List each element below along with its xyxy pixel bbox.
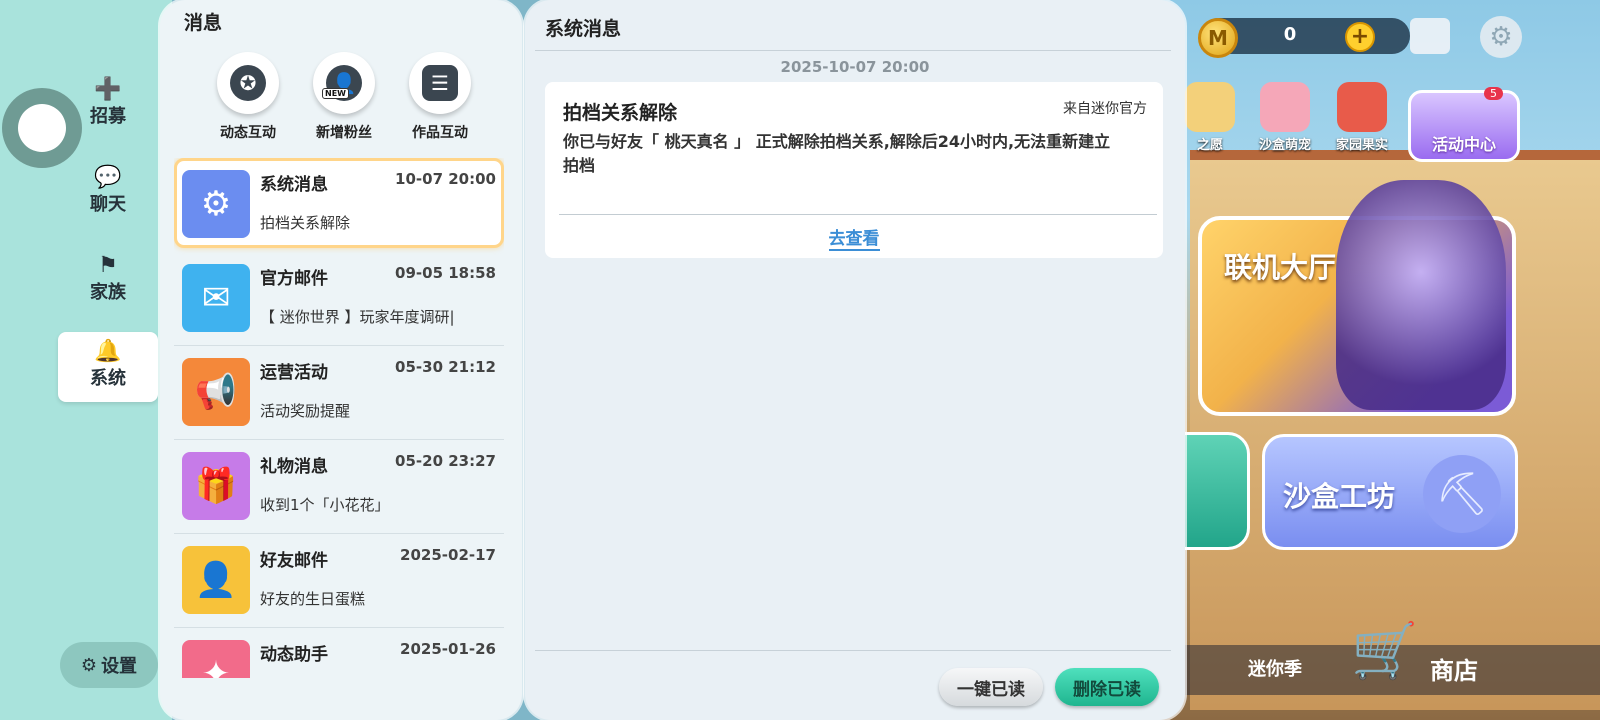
message-name: 系统消息 <box>260 175 328 195</box>
message-preview: 【 迷你世界 】玩家年度调研| <box>260 308 455 326</box>
left-nav: ➕ 招募 💬 聊天 ⚑ 家族 🔔 系统 ⚙ 设置 <box>0 0 172 720</box>
nav-item-system[interactable]: 🔔 系统 <box>58 332 158 402</box>
message-list-panel: 消息 ✪ 动态互动 👤 NEW 新增粉丝 ☰ 作品互动 ⚙ 系统消息 10-07 2… <box>160 0 522 720</box>
pet-icon <box>1260 82 1310 132</box>
event-home-fruit[interactable]: 家园果实 <box>1322 82 1402 162</box>
message-row[interactable]: 🎁 礼物消息 05-20 23:27 收到1个「小花花」 <box>174 440 504 534</box>
panel-title: 消息 <box>184 12 223 34</box>
new-tag: NEW <box>322 88 349 99</box>
shop-cart-icon[interactable]: 🛒 <box>1350 616 1420 686</box>
wish-icon <box>1185 82 1235 132</box>
event-sandbox-pet[interactable]: 沙盒萌宠 <box>1245 82 1325 162</box>
read-all-button[interactable]: 一键已读 <box>939 668 1043 706</box>
message-body: 你已与好友「 桃天真名 」 正式解除拍档关系,解除后24小时内,无法重新建立拍档 <box>563 132 1111 175</box>
bottom-item-shop[interactable]: 商店 <box>1430 651 1478 686</box>
sandbox-workshop-button[interactable]: 沙盒工坊 ⛏ <box>1262 434 1518 550</box>
fruit-icon <box>1337 82 1387 132</box>
envelope-icon: ✉ <box>182 264 250 332</box>
message-name: 运营活动 <box>260 363 328 383</box>
nav-item-family[interactable]: ⚑ 家族 <box>58 246 158 316</box>
message-date: 2025-10-07 20:00 <box>780 58 930 76</box>
pickaxe-icon: ⛏ <box>1423 455 1501 533</box>
megaphone-icon: 📢 <box>182 358 250 426</box>
bottom-item-mini-season[interactable]: 迷你季 <box>1248 655 1302 681</box>
message-time: 09-05 18:58 <box>395 264 496 282</box>
message-card: 拍档关系解除 来自迷你官方 你已与好友「 桃天真名 」 正式解除拍档关系,解除后… <box>545 82 1163 258</box>
assistant-icon: ✦ <box>182 640 250 678</box>
quick-action-works[interactable]: ☰ 作品互动 <box>392 52 488 142</box>
activity-badge: 5 <box>1484 87 1503 100</box>
message-name: 礼物消息 <box>260 457 328 477</box>
message-time: 10-07 20:00 <box>395 170 496 188</box>
multiplayer-lobby-button[interactable]: 联机大厅 <box>1198 180 1516 416</box>
add-coin-button[interactable]: + <box>1345 22 1375 52</box>
quick-action-new-followers[interactable]: 👤 NEW 新增粉丝 <box>296 52 392 142</box>
message-row[interactable]: ✦ 动态助手 2025-01-26 <box>174 628 504 678</box>
coin-icon: M <box>1198 18 1238 58</box>
message-name: 动态助手 <box>260 645 328 665</box>
message-preview: 拍档关系解除 <box>260 214 351 232</box>
chat-icon: 💬 <box>94 165 122 190</box>
friend-mail-icon: 👤 <box>182 546 250 614</box>
message-detail-panel: 系统消息 2025-10-07 20:00 拍档关系解除 来自迷你官方 你已与好… <box>525 0 1185 720</box>
message-preview: 收到1个「小花花」 <box>260 496 390 514</box>
bell-icon: 🔔 <box>94 339 122 364</box>
message-source: 来自迷你官方 <box>1063 101 1147 117</box>
card-title: 拍档关系解除 <box>563 102 678 124</box>
message-name: 好友邮件 <box>260 551 328 571</box>
message-list: ⚙ 系统消息 10-07 20:00 拍档关系解除 ✉ 官方邮件 09-05 18:58 【 … <box>174 158 504 678</box>
message-preview: 活动奖励提醒 <box>260 402 351 420</box>
gear-icon: ⚙ <box>80 654 98 676</box>
nav-item-chat[interactable]: 💬 聊天 <box>58 158 158 228</box>
coin-count: 0 <box>1283 24 1297 45</box>
message-time: 2025-02-17 <box>400 546 496 564</box>
message-row[interactable]: ✉ 官方邮件 09-05 18:58 【 迷你世界 】玩家年度调研| <box>174 252 504 346</box>
hero-illustration <box>1336 180 1506 410</box>
star-chat-icon: ✪ <box>230 65 266 101</box>
view-link[interactable]: 去查看 <box>545 224 1163 251</box>
recruit-icon: ➕ <box>94 77 122 102</box>
message-name: 官方邮件 <box>260 269 328 289</box>
settings-button[interactable]: ⚙ 设置 <box>60 642 158 688</box>
activity-center-button[interactable]: 5 活动中心 <box>1408 87 1520 162</box>
delete-read-button[interactable]: 删除已读 <box>1055 668 1159 706</box>
divider <box>535 650 1171 651</box>
divider <box>559 214 1157 215</box>
detail-title: 系统消息 <box>545 18 622 40</box>
message-row[interactable]: 📢 运营活动 05-30 21:12 活动奖励提醒 <box>174 346 504 440</box>
message-time: 05-30 21:12 <box>395 358 496 376</box>
gear-icon[interactable]: ⚙ <box>1480 16 1522 58</box>
nav-item-recruit[interactable]: ➕ 招募 <box>58 70 158 140</box>
message-row[interactable]: 👤 好友邮件 2025-02-17 好友的生日蛋糕 <box>174 534 504 628</box>
message-preview: 好友的生日蛋糕 <box>260 590 366 608</box>
divider <box>535 50 1171 51</box>
quick-action-dynamic[interactable]: ✪ 动态互动 <box>200 52 296 142</box>
mailbox-icon[interactable] <box>1410 18 1450 54</box>
message-time: 2025-01-26 <box>400 640 496 658</box>
message-time: 05-20 23:27 <box>395 452 496 470</box>
gift-icon: 🎁 <box>182 452 250 520</box>
flag-icon: ⚑ <box>98 253 118 278</box>
message-row[interactable]: ⚙ 系统消息 10-07 20:00 拍档关系解除 <box>174 158 504 248</box>
gear-icon: ⚙ <box>182 170 250 238</box>
list-icon: ☰ <box>422 65 458 101</box>
